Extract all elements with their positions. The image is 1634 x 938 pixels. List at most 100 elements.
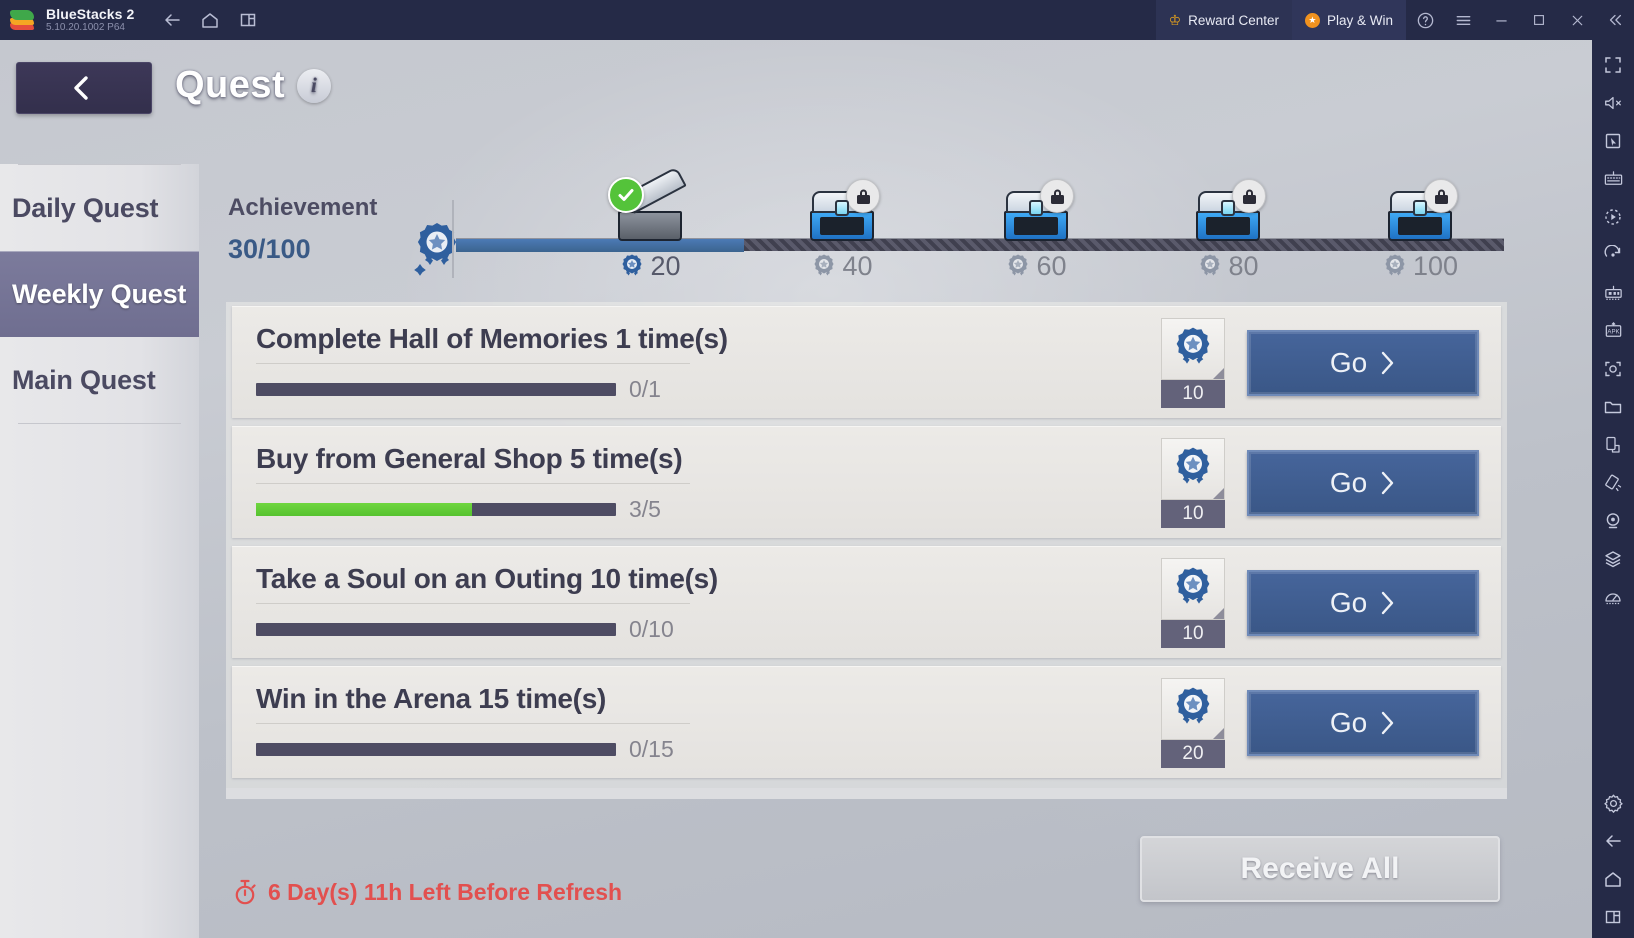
cursor-icon[interactable] bbox=[1596, 124, 1630, 158]
divider bbox=[256, 602, 690, 604]
settings-icon[interactable] bbox=[1596, 786, 1630, 820]
info-icon[interactable]: i bbox=[297, 68, 332, 103]
macro-play-icon[interactable] bbox=[1596, 200, 1630, 234]
bluestacks-sidebar: APK bbox=[1592, 40, 1634, 938]
milestone-caption: 20 bbox=[604, 251, 696, 282]
apk-install-icon[interactable]: APK bbox=[1596, 314, 1630, 348]
blue-chest-icon bbox=[1194, 179, 1266, 245]
go-button[interactable]: Go bbox=[1247, 569, 1479, 636]
milestone-caption: 60 bbox=[990, 251, 1082, 282]
reward-count: 10 bbox=[1161, 379, 1225, 408]
home-icon[interactable] bbox=[198, 8, 222, 32]
performance-icon[interactable] bbox=[1596, 580, 1630, 614]
android-home-icon[interactable] bbox=[1596, 862, 1630, 896]
refresh-timer: 6 Day(s) 11h Left Before Refresh bbox=[232, 878, 622, 906]
milestone-caption: 40 bbox=[796, 251, 888, 282]
chevron-right-icon bbox=[1381, 711, 1394, 734]
help-icon[interactable] bbox=[1406, 0, 1444, 40]
milestone-node-20[interactable]: 20 bbox=[604, 166, 696, 282]
scrollbar-thumb[interactable] bbox=[226, 788, 1507, 799]
milestone-caption: 80 bbox=[1182, 251, 1274, 282]
milestone-node-100[interactable]: 100 bbox=[1374, 179, 1466, 282]
titlebar-nav-icons bbox=[160, 8, 260, 32]
chevron-right-icon bbox=[1381, 471, 1394, 494]
collapse-icon[interactable] bbox=[1596, 0, 1634, 40]
achievement-medal-icon bbox=[1161, 317, 1225, 380]
app-title-block: BlueStacks 2 5.10.20.1002 P64 bbox=[46, 7, 134, 33]
progress-bar bbox=[256, 742, 616, 756]
play-and-win-button[interactable]: ★ Play & Win bbox=[1291, 0, 1406, 40]
menu-icon[interactable] bbox=[1444, 0, 1482, 40]
go-button[interactable]: Go bbox=[1247, 689, 1479, 756]
go-button-label: Go bbox=[1329, 346, 1368, 378]
quest-list: Complete Hall of Memories 1 time(s) 0/1 bbox=[226, 302, 1507, 792]
page-title: Quest i bbox=[175, 64, 332, 107]
quest-info: Complete Hall of Memories 1 time(s) 0/1 bbox=[232, 323, 1161, 403]
go-button-label: Go bbox=[1329, 586, 1368, 618]
achievement-medal-icon bbox=[1008, 254, 1029, 275]
page-title-text: Quest bbox=[175, 64, 286, 106]
multi-instance-manager-icon[interactable] bbox=[1596, 276, 1630, 310]
sidebar-item-weekly-quest[interactable]: Weekly Quest bbox=[0, 251, 199, 337]
back-arrow-icon[interactable] bbox=[160, 8, 184, 32]
milestone-node-40[interactable]: 40 bbox=[796, 179, 888, 282]
multi-instance-icon[interactable] bbox=[236, 8, 260, 32]
media-folder-icon[interactable] bbox=[1596, 390, 1630, 424]
quest-title: Win in the Arena 15 time(s) bbox=[256, 682, 607, 714]
receive-all-label: Receive All bbox=[1240, 852, 1400, 885]
maximize-icon[interactable] bbox=[1520, 0, 1558, 40]
quest-row: Win in the Arena 15 time(s) 0/15 20 Go bbox=[232, 666, 1501, 778]
sync-operations-icon[interactable] bbox=[1596, 428, 1630, 462]
divider bbox=[452, 200, 454, 278]
go-button[interactable]: Go bbox=[1247, 449, 1479, 516]
fullscreen-icon[interactable] bbox=[1596, 48, 1630, 82]
receive-all-button[interactable]: Receive All bbox=[1140, 836, 1500, 902]
chevron-right-icon bbox=[1381, 351, 1394, 374]
rotate-icon[interactable] bbox=[1596, 238, 1630, 272]
keyboard-icon[interactable] bbox=[1596, 162, 1630, 196]
blue-chest-icon bbox=[808, 179, 880, 245]
achievement-medal-icon bbox=[1200, 254, 1221, 275]
reward-center-button[interactable]: ♔ Reward Center bbox=[1155, 0, 1292, 40]
achievement-track-fill bbox=[456, 239, 745, 252]
progress-bar bbox=[256, 502, 616, 516]
mute-icon[interactable] bbox=[1596, 86, 1630, 120]
achievement-medal-icon bbox=[412, 220, 462, 281]
milestone-node-80[interactable]: 80 bbox=[1182, 179, 1274, 282]
achievement-medal-icon bbox=[1161, 677, 1225, 740]
quest-info: Buy from General Shop 5 time(s) 3/5 bbox=[232, 443, 1161, 523]
close-icon[interactable] bbox=[1558, 0, 1596, 40]
milestone-value: 60 bbox=[1036, 251, 1067, 281]
sidebar-item-daily-quest[interactable]: Daily Quest bbox=[0, 165, 199, 251]
reward-count: 10 bbox=[1161, 619, 1225, 648]
reward-center-label: Reward Center bbox=[1188, 12, 1279, 28]
progress-bar-fill bbox=[256, 502, 472, 516]
quest-progress: 0/1 bbox=[256, 376, 1141, 403]
milestone-node-60[interactable]: 60 bbox=[990, 179, 1082, 282]
location-icon[interactable] bbox=[1596, 504, 1630, 538]
sidebar-item-label: Daily Quest bbox=[12, 192, 159, 223]
lock-badge-icon bbox=[1232, 179, 1266, 213]
android-recents-icon[interactable] bbox=[1596, 900, 1630, 934]
milestone-value: 40 bbox=[842, 251, 873, 281]
screenshot-icon[interactable] bbox=[1596, 352, 1630, 386]
reward-count: 20 bbox=[1161, 739, 1225, 768]
quest-list-scrollbar[interactable] bbox=[226, 788, 1507, 799]
lock-badge-icon bbox=[1424, 179, 1458, 213]
quest-progress: 3/5 bbox=[256, 496, 1141, 523]
back-button[interactable] bbox=[16, 62, 152, 114]
achievement-medal-icon bbox=[1161, 437, 1225, 500]
divider bbox=[18, 423, 181, 424]
titlebar: BlueStacks 2 5.10.20.1002 P64 ♔ Reward C… bbox=[0, 0, 1634, 40]
minimize-icon[interactable] bbox=[1482, 0, 1520, 40]
go-button[interactable]: Go bbox=[1247, 329, 1479, 396]
android-back-icon[interactable] bbox=[1596, 824, 1630, 858]
quest-progress: 0/10 bbox=[256, 616, 1141, 643]
blue-chest-icon bbox=[1386, 179, 1458, 245]
achievement-count: 30/100 bbox=[228, 234, 311, 264]
shake-icon[interactable] bbox=[1596, 466, 1630, 500]
layers-icon[interactable] bbox=[1596, 542, 1630, 576]
quest-title: Complete Hall of Memories 1 time(s) bbox=[256, 322, 728, 354]
achievement-track: 20 40 60 80 100 bbox=[456, 166, 1504, 281]
sidebar-item-main-quest[interactable]: Main Quest bbox=[0, 337, 199, 423]
